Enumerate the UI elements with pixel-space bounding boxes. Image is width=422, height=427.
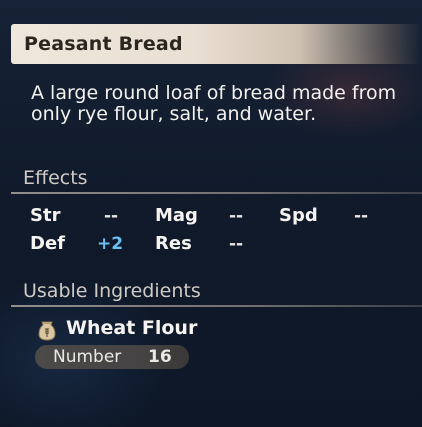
- stat-res-label: Res: [155, 233, 192, 254]
- stat-spd-label: Spd: [279, 205, 318, 226]
- stat-str-value: --: [104, 206, 119, 226]
- ingredients-header: Usable Ingredients: [23, 280, 201, 302]
- stat-mag-label: Mag: [155, 205, 198, 226]
- item-info-panel: Peasant Bread A large round loaf of brea…: [0, 0, 422, 427]
- stat-def-value: +2: [97, 234, 124, 254]
- item-title-bar: Peasant Bread: [11, 24, 422, 64]
- effects-divider: [11, 192, 422, 194]
- ingredient-name: Wheat Flour: [66, 317, 198, 339]
- ingredient-count-value: 16: [148, 347, 172, 367]
- ingredient-count-label: Number: [53, 347, 122, 367]
- ingredients-divider: [11, 305, 422, 307]
- flour-sack-icon: [37, 319, 57, 341]
- stat-def-label: Def: [30, 233, 65, 254]
- stat-mag-value: --: [229, 206, 244, 226]
- ingredient-count-badge: Number 16: [35, 345, 189, 369]
- item-description: A large round loaf of bread made from on…: [31, 82, 397, 125]
- effects-header: Effects: [23, 167, 88, 189]
- item-name: Peasant Bread: [24, 33, 183, 55]
- stat-res-value: --: [229, 234, 244, 254]
- stat-spd-value: --: [354, 206, 369, 226]
- stat-str-label: Str: [30, 205, 61, 226]
